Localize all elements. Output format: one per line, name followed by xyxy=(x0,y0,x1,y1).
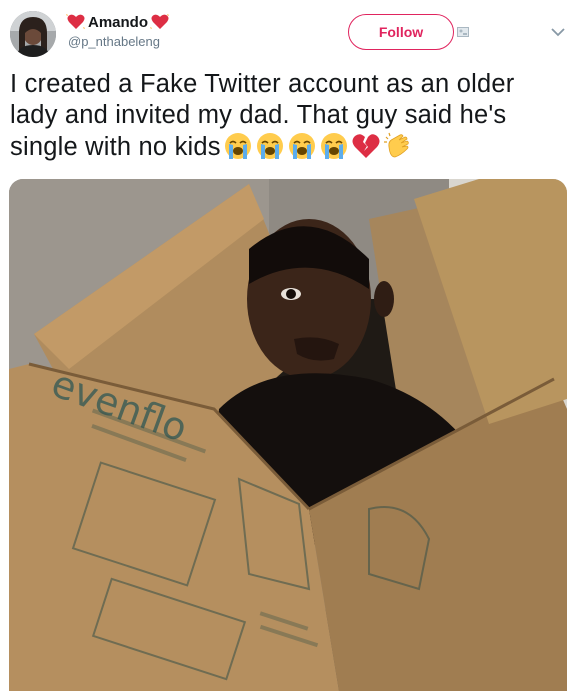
display-name-row[interactable]: Amando xyxy=(66,12,170,32)
sparkling-heart-icon xyxy=(150,14,169,29)
sparkling-heart-icon xyxy=(66,14,85,29)
tweet-text-block: I created a Fake Twitter account as an o… xyxy=(10,69,566,163)
avatar[interactable] xyxy=(10,11,56,57)
chevron-down-icon[interactable] xyxy=(551,27,565,37)
clapping-hands-icon xyxy=(383,132,409,158)
follow-button[interactable]: Follow xyxy=(348,14,454,50)
loudly-crying-face-icon xyxy=(288,133,315,159)
follow-badge-icon xyxy=(457,27,469,37)
tweet-card: Amando @p_nthabeleng Follow I created a … xyxy=(0,0,576,691)
broken-heart-icon xyxy=(352,134,380,158)
emoji-row xyxy=(223,131,415,161)
loudly-crying-face-icon xyxy=(224,133,251,159)
loudly-crying-face-icon xyxy=(320,133,347,159)
user-names: Amando @p_nthabeleng xyxy=(66,12,170,49)
photo-illustration: evenflo xyxy=(9,179,567,691)
loudly-crying-face-icon xyxy=(256,133,283,159)
display-name[interactable]: Amando xyxy=(88,14,148,31)
tweet-photo[interactable]: evenflo xyxy=(9,179,567,691)
user-handle[interactable]: @p_nthabeleng xyxy=(68,34,170,49)
